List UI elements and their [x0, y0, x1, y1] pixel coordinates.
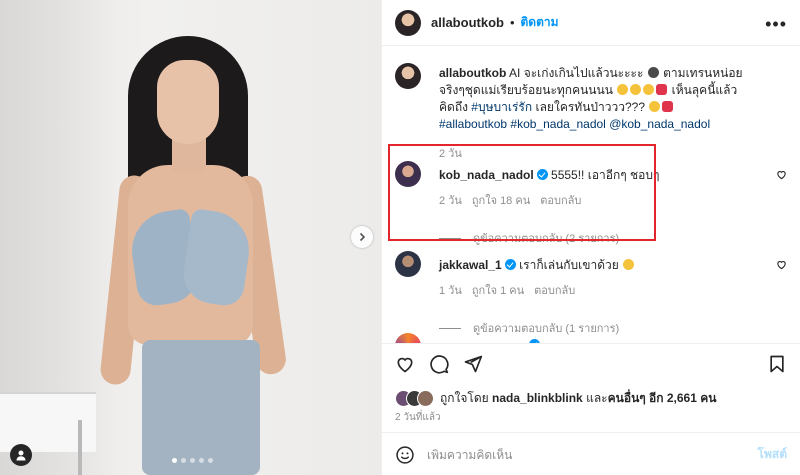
share-send-icon[interactable] — [463, 354, 483, 374]
emoji-icon — [656, 84, 668, 95]
next-image-button[interactable] — [351, 226, 373, 248]
emoji-icon — [617, 84, 629, 95]
follow-button[interactable]: ติดตาม — [521, 13, 559, 32]
add-comment-bar: โพสต์ — [382, 432, 800, 475]
author-username[interactable]: allaboutkob — [431, 15, 504, 30]
caption-text-1: AI จะเก่งเกินไปแล้วนะะะะ — [509, 66, 644, 80]
post-header: allaboutkob • ติดตาม ••• — [382, 0, 800, 46]
caption-hashtag[interactable]: #allaboutkob — [439, 117, 507, 131]
carousel-dot — [190, 458, 195, 463]
post-comment-button[interactable]: โพสต์ — [758, 445, 787, 464]
commenter-avatar[interactable] — [395, 251, 421, 277]
liker-avatar — [417, 390, 434, 407]
user-icon — [16, 450, 26, 461]
comment-like-heart-icon[interactable] — [776, 259, 787, 270]
carousel-dot — [208, 458, 213, 463]
replies-divider — [439, 327, 461, 329]
carousel-dot — [172, 458, 177, 463]
caption-mention[interactable]: @kob_nada_nadol — [609, 117, 710, 131]
emoji-smiley-icon[interactable] — [395, 445, 415, 465]
photo-face — [157, 60, 219, 144]
emoji-icon — [630, 84, 642, 95]
more-options-icon[interactable]: ••• — [765, 14, 787, 35]
emoji-icon — [623, 259, 635, 270]
like-heart-icon[interactable] — [395, 354, 415, 374]
author-avatar[interactable] — [395, 9, 421, 36]
caption-text: allaboutkob AI จะเก่งเกินไปแล้วนะะะะ ตาม… — [439, 65, 759, 133]
highlight-box — [388, 144, 656, 241]
caption-hashtag[interactable]: #บุษบาเร่รัก — [471, 100, 532, 114]
comment-time: 1 วัน — [439, 285, 462, 297]
tagged-users-button[interactable] — [10, 444, 32, 466]
post-photo[interactable] — [0, 0, 381, 475]
photo-denim-shorts — [142, 340, 260, 475]
action-icons — [395, 354, 483, 374]
posted-ago: 2 วันที่แล้ว — [395, 412, 441, 423]
view-replies-button[interactable]: ดูข้อความตอบกลับ (1 รายการ) — [439, 319, 619, 337]
instagram-post-view: allaboutkob • ติดตาม ••• allaboutkob AI … — [0, 0, 800, 475]
emoji-icon — [647, 67, 659, 78]
caption-text-4: เลยใครทันป่าววว??? — [535, 100, 645, 114]
carousel-dots — [172, 458, 213, 463]
caption-username[interactable]: allaboutkob — [439, 66, 506, 80]
comment-likes[interactable]: ถูกใจ 1 คน — [472, 281, 524, 299]
view-replies-label: ดูข้อความตอบกลับ (1 รายการ) — [473, 323, 620, 335]
carousel-dot — [199, 458, 204, 463]
photo-table-leg — [78, 420, 82, 475]
liked-by-others[interactable]: คนอื่นๆ อีก 2,661 คน — [608, 391, 717, 405]
caption-author-avatar[interactable] — [395, 63, 421, 89]
comment-meta: 1 วัน ถูกใจ 1 คน ตอบกลับ — [439, 281, 575, 299]
emoji-icon — [643, 84, 655, 95]
comment-input[interactable] — [427, 447, 727, 462]
reply-button[interactable]: ตอบกลับ — [534, 281, 575, 299]
comment-line: jakkawal_1 เราก็เล่นกับเขาด้วย — [439, 256, 635, 275]
header-separator: • — [509, 15, 515, 30]
liked-by-prefix: ถูกใจโดย — [440, 391, 489, 405]
caption-hashtag[interactable]: #kob_nada_nadol — [510, 117, 605, 131]
emoji-icon — [649, 101, 661, 112]
comment-like-heart-icon[interactable] — [776, 169, 787, 180]
liked-by-row[interactable]: ถูกใจโดย nada_blinkblink และคนอื่นๆ อีก … — [395, 389, 716, 408]
carousel-dot — [181, 458, 186, 463]
liked-by-user[interactable]: nada_blinkblink — [492, 391, 583, 405]
emoji-icon — [662, 101, 674, 112]
comment-bubble-icon[interactable] — [429, 354, 449, 374]
comment-text: เราก็เล่นกับเขาด้วย — [519, 258, 619, 272]
liked-by-middle: และ — [586, 391, 608, 405]
chevron-right-icon — [359, 232, 366, 242]
commenter-avatar[interactable] — [395, 333, 421, 343]
commenter-username[interactable]: jakkawal_1 — [439, 258, 502, 272]
liked-by-text: ถูกใจโดย nada_blinkblink และคนอื่นๆ อีก … — [440, 389, 716, 408]
verified-badge-icon — [504, 259, 516, 270]
post-actions: ถูกใจโดย nada_blinkblink และคนอื่นๆ อีก … — [382, 343, 800, 475]
bookmark-icon[interactable] — [767, 354, 787, 374]
